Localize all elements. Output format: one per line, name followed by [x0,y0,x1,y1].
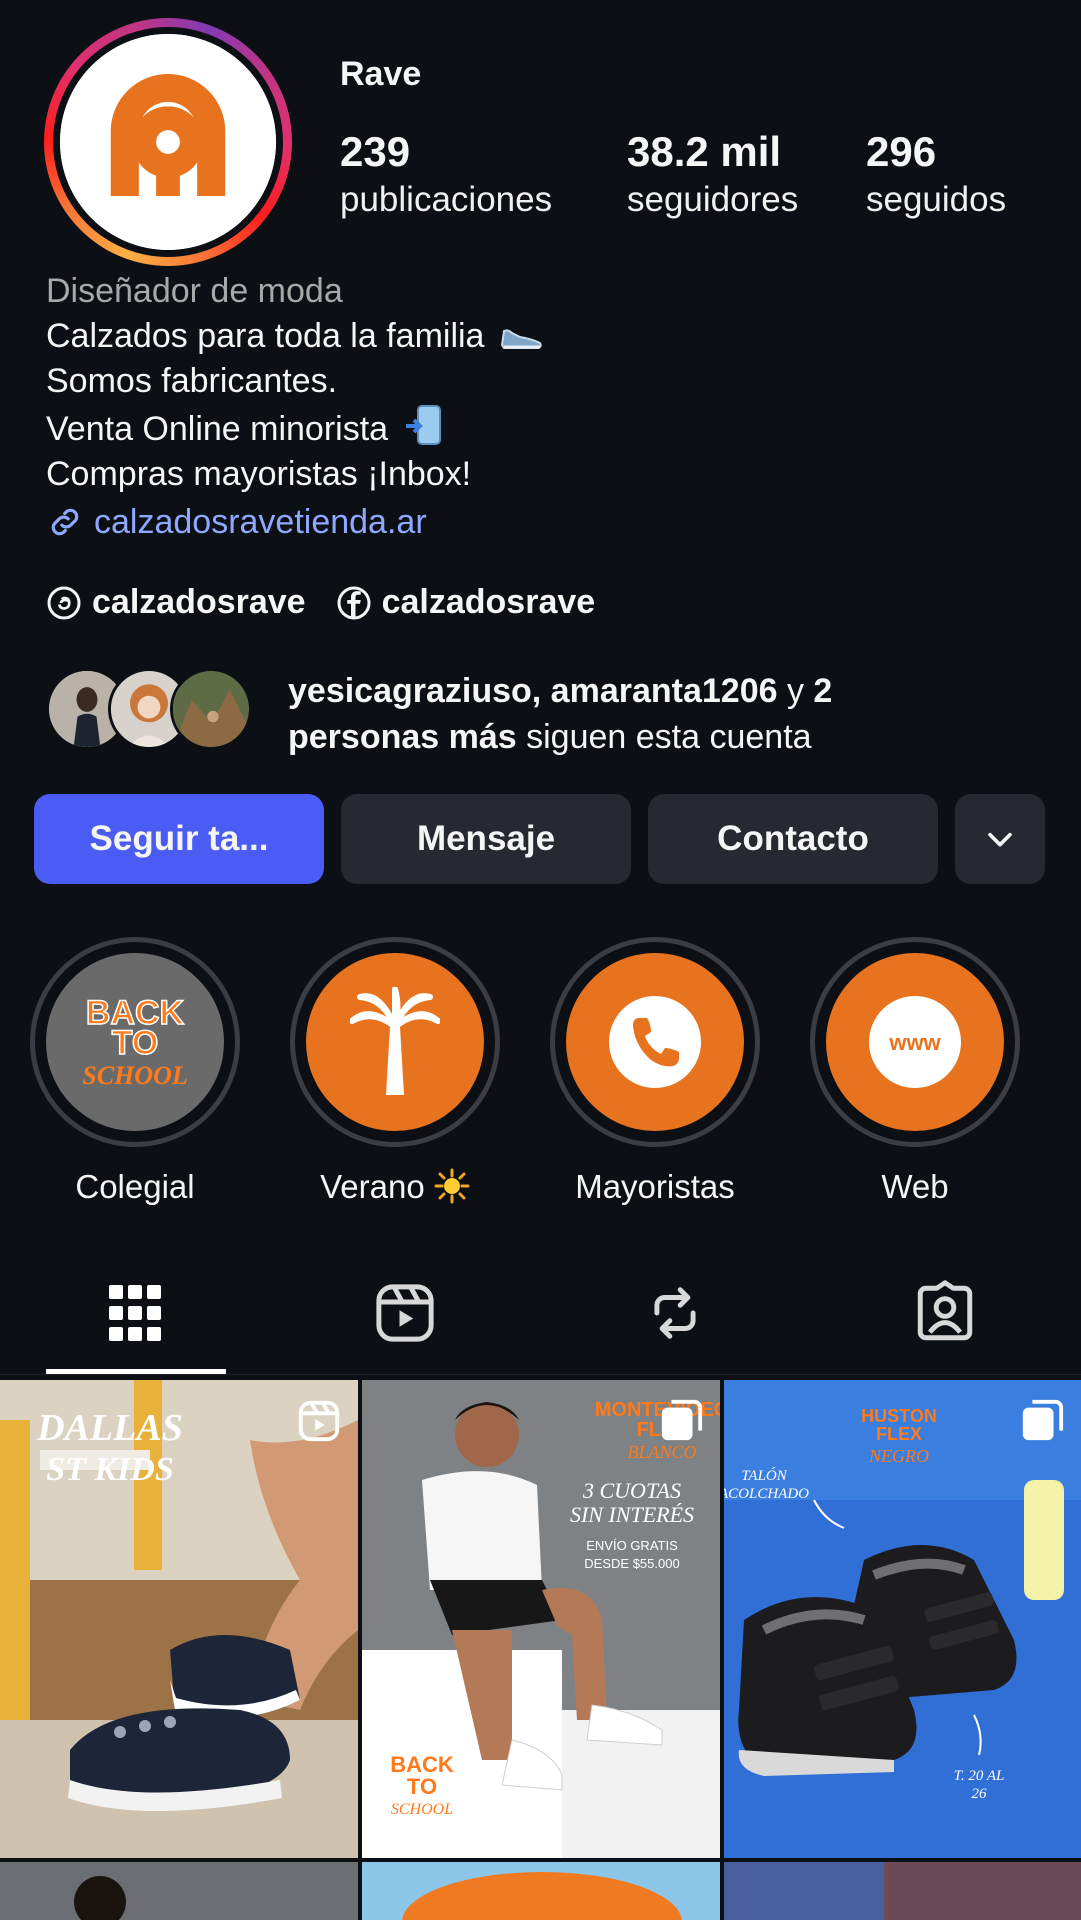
svg-text:T. 20 AL: T. 20 AL [954,1768,1005,1784]
post-tile[interactable]: DALLAS ST KIDS [0,1380,358,1858]
threads-icon [47,586,81,619]
post-tile[interactable]: HUSTON FLEX NEGRO TALÓN ACOLCHADO T. 20 … [724,1380,1081,1858]
stat-followers-value: 38.2 mil [627,128,782,175]
threads-link[interactable]: calzadosrave [46,583,306,622]
profile-username: Rave [340,55,422,93]
phone-icon [609,996,701,1088]
profile-header: Rave 239 publicaciones 38.2 mil seguidor… [0,0,1081,280]
facebook-handle: calzadosrave [381,583,596,621]
post-tile[interactable] [0,1862,358,1920]
tab-reposts[interactable] [630,1268,720,1358]
facebook-link[interactable]: calzadosrave [336,583,596,622]
svg-text:SCHOOL: SCHOOL [391,1801,453,1818]
stat-posts-label: publicaciones [340,180,553,219]
tab-posts-grid[interactable] [90,1268,180,1358]
svg-text:TALÓN: TALÓN [741,1467,788,1484]
bio-link[interactable]: calzadosravetienda.ar [46,497,1046,547]
highlight-mayoristas[interactable]: Mayoristas [550,937,760,1207]
followed-by-text: yesicagraziuso, amaranta1206 y 2 personas… [288,672,833,756]
bio: Diseñador de moda Calzados para toda la … [46,268,1046,547]
highlight-label: Colegial [75,1168,195,1205]
follow-button[interactable]: Seguir ta... [34,794,324,884]
post-image: MONTEVIDEO FLEX BLANCO 3 CUOTAS SIN INTE… [362,1380,720,1858]
followed-by[interactable]: yesicagraziuso, amaranta1206 y 2 personas… [46,668,832,756]
message-button[interactable]: Mensaje [341,794,631,884]
post-tile[interactable]: MONTEVIDEO FLEX BLANCO 3 CUOTAS SIN INTE… [362,1380,720,1858]
post-image: HUSTON FLEX NEGRO TALÓN ACOLCHADO T. 20 … [724,1380,1081,1858]
threads-handle: calzadosrave [92,583,306,621]
bio-line: Calzados para toda la familia [46,314,1046,359]
profile-actions: Seguir ta... Mensaje Contacto [34,794,1045,884]
bio-line: Somos fabricantes. [46,362,338,400]
rave-logo-icon [60,34,276,250]
svg-text:DALLAS: DALLAS [36,1407,183,1449]
stat-posts-value: 239 [340,128,411,175]
tab-tagged[interactable] [900,1268,990,1358]
svg-text:HUSTON: HUSTON [861,1406,937,1426]
stat-followers[interactable]: 38.2 mil seguidores [627,128,798,224]
follower-avatar [170,668,252,750]
stat-following[interactable]: 296 seguidos [866,128,1006,224]
stat-followers-label: seguidores [627,180,799,219]
svg-text:NEGRO: NEGRO [868,1446,929,1466]
stat-following-value: 296 [866,128,937,175]
highlight-colegial[interactable]: BACK TO SCHOOL Colegial [30,937,240,1207]
social-links: calzadosrave calzadosrave [46,583,595,622]
grid-icon [109,1285,161,1341]
carousel-badge-icon [661,1399,703,1441]
post-tile[interactable] [362,1862,720,1920]
back-to-school-cover: BACK TO SCHOOL [47,954,223,1130]
story-ring[interactable] [44,18,292,266]
bio-link-text: calzadosravetienda.ar [94,503,427,541]
bio-line: Venta Online minorista [46,404,1046,452]
svg-text:TO: TO [407,1774,437,1799]
phone-arrow-emoji-icon [405,405,441,445]
chevron-down-icon [988,832,1012,847]
contact-button[interactable]: Contacto [648,794,938,884]
suggested-accounts-button[interactable] [955,794,1045,884]
avatar[interactable] [60,34,276,250]
svg-text:www: www [888,1030,941,1055]
profile-tabs [0,1250,1081,1375]
svg-text:DESDE $55.000: DESDE $55.000 [584,1556,679,1571]
bio-line: Compras mayoristas ¡Inbox! [46,455,472,493]
highlight-verano[interactable]: Verano [290,937,500,1207]
svg-text:BLANCO: BLANCO [627,1442,696,1462]
svg-text:SCHOOL: SCHOOL [82,1061,187,1090]
highlight-label: Web [881,1168,949,1205]
shoe-emoji-icon [500,329,542,349]
highlight-label: Mayoristas [575,1168,735,1205]
post-image: DALLAS ST KIDS [0,1380,358,1858]
link-icon [51,508,79,536]
svg-text:TO: TO [112,1024,159,1062]
svg-text:SIN INTERÉS: SIN INTERÉS [570,1502,694,1527]
facebook-icon [337,586,371,619]
svg-text:ENVÍO GRATIS: ENVÍO GRATIS [586,1538,678,1553]
svg-text:ST KIDS: ST KIDS [46,1451,174,1488]
svg-text:3 CUOTAS: 3 CUOTAS [582,1478,681,1503]
repost-icon [654,1287,696,1339]
svg-text:26: 26 [972,1786,988,1802]
stat-following-label: seguidos [866,180,1007,219]
tab-reels[interactable] [360,1268,450,1358]
reel-badge-icon [298,1400,340,1442]
svg-text:ACOLCHADO: ACOLCHADO [724,1486,809,1502]
palm-tree-icon [350,987,440,1095]
www-icon: www [869,996,961,1088]
bio-category: Diseñador de moda [46,272,343,310]
svg-text:FLEX: FLEX [876,1424,922,1444]
carousel-badge-icon [1022,1399,1064,1441]
stat-posts[interactable]: 239 publicaciones [340,128,552,224]
active-tab-indicator [46,1369,226,1374]
highlight-label: Verano [290,1167,500,1207]
tagged-person-icon [917,1280,973,1341]
reels-icon [376,1284,434,1342]
post-tile[interactable] [724,1862,1081,1920]
highlight-web[interactable]: www Web [810,937,1020,1207]
sun-emoji-icon [434,1168,470,1204]
